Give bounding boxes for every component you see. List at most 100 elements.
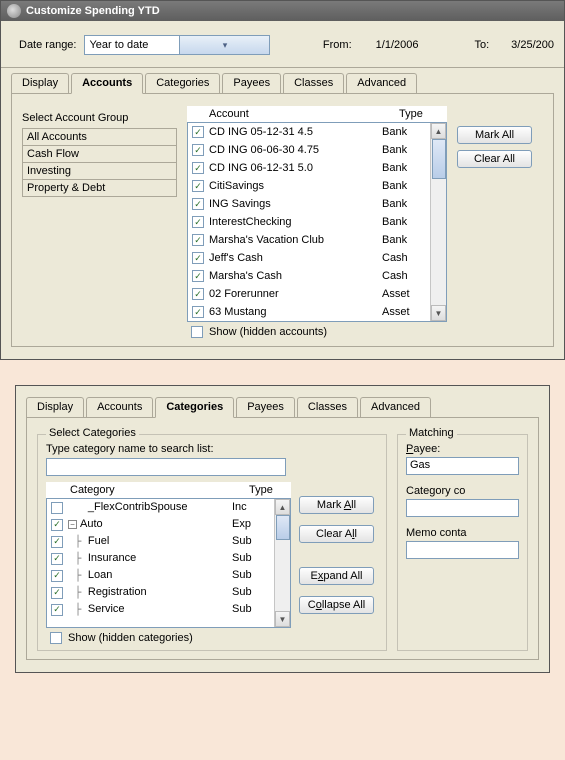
scroll-track[interactable] [275, 515, 290, 611]
tab-categories[interactable]: Categories [145, 73, 220, 94]
category-contains-input[interactable] [406, 499, 519, 517]
scroll-up-icon[interactable]: ▲ [431, 123, 446, 139]
account-checkbox[interactable] [192, 216, 204, 228]
account-checkbox[interactable] [192, 180, 204, 192]
category-checkbox[interactable] [51, 587, 63, 599]
expand-all-button[interactable]: Expand All [299, 567, 374, 585]
show-hidden-accounts-checkbox[interactable] [191, 326, 203, 338]
account-checkbox[interactable] [192, 270, 204, 282]
mark-all-button[interactable]: Mark All [457, 126, 532, 144]
category-row[interactable]: ├ RegistrationSub [47, 584, 274, 601]
account-row[interactable]: Marsha's CashCash [188, 267, 430, 285]
collapse-all-button[interactable]: Collapse All [299, 596, 374, 614]
category-name: Loan [88, 568, 232, 583]
scroll-track[interactable] [431, 139, 446, 305]
account-type: Bank [382, 232, 430, 248]
account-row[interactable]: InterestCheckingBank [188, 213, 430, 231]
account-row[interactable]: Jeff's CashCash [188, 249, 430, 267]
tree-line: ├ [68, 602, 88, 617]
category-rows: _FlexContribSpouseInc−AutoExp ├ FuelSub … [47, 499, 274, 627]
from-value: 1/1/2006 [376, 39, 419, 51]
chevron-down-icon[interactable] [179, 36, 269, 54]
account-checkbox[interactable] [192, 234, 204, 246]
tab2-advanced[interactable]: Advanced [360, 397, 431, 418]
category-row[interactable]: ├ ServiceSub [47, 601, 274, 618]
account-row[interactable]: CitiSavingsBank [188, 177, 430, 195]
account-checkbox[interactable] [192, 252, 204, 264]
account-row[interactable]: 63 MustangAsset [188, 303, 430, 321]
accounts-scrollbar[interactable]: ▲ ▼ [430, 123, 446, 321]
account-checkbox[interactable] [192, 126, 204, 138]
payee-input[interactable]: Gas [406, 457, 519, 475]
scroll-up-icon[interactable]: ▲ [275, 499, 290, 515]
account-row[interactable]: CD ING 06-06-30 4.75Bank [188, 141, 430, 159]
category-side-buttons: Mark All Clear All Expand All Collapse A… [299, 496, 374, 620]
category-checkbox[interactable] [51, 502, 63, 514]
account-name: 02 Forerunner [209, 286, 382, 302]
group-all-accounts[interactable]: All Accounts [23, 129, 176, 146]
cat-mark-all-button[interactable]: Mark All [299, 496, 374, 514]
category-row[interactable]: −AutoExp [47, 516, 274, 533]
tab2-classes[interactable]: Classes [297, 397, 358, 418]
tab2-accounts[interactable]: Accounts [86, 397, 153, 418]
scroll-thumb[interactable] [276, 515, 290, 540]
category-checkbox[interactable] [51, 604, 63, 616]
memo-contains-input[interactable] [406, 541, 519, 559]
category-row[interactable]: ├ FuelSub [47, 533, 274, 550]
account-type: Bank [382, 214, 430, 230]
account-row[interactable]: CD ING 06-12-31 5.0Bank [188, 159, 430, 177]
account-group-section: Select Account Group All Accounts Cash F… [22, 106, 177, 197]
account-type: Cash [382, 268, 430, 284]
category-checkbox[interactable] [51, 553, 63, 565]
matching-fieldset: Matching Payee: Gas Category co Memo con… [397, 434, 528, 651]
group-property-debt[interactable]: Property & Debt [23, 180, 176, 196]
category-name: _FlexContribSpouse [88, 500, 232, 515]
window-title: Customize Spending YTD [26, 5, 160, 17]
account-row[interactable]: CD ING 05-12-31 4.5Bank [188, 123, 430, 141]
scroll-down-icon[interactable]: ▼ [275, 611, 290, 627]
tab-classes[interactable]: Classes [283, 73, 344, 94]
account-checkbox[interactable] [192, 144, 204, 156]
tab-payees[interactable]: Payees [222, 73, 281, 94]
clear-all-button[interactable]: Clear All [457, 150, 532, 168]
account-row[interactable]: Marsha's Vacation ClubBank [188, 231, 430, 249]
accounts-list-panel: CD ING 05-12-31 4.5BankCD ING 06-06-30 4… [187, 122, 447, 322]
account-checkbox[interactable] [192, 162, 204, 174]
group-investing[interactable]: Investing [23, 163, 176, 180]
tabstrip-top: Display Accounts Categories Payees Class… [1, 68, 564, 93]
account-name: InterestChecking [209, 214, 382, 230]
to-value: 3/25/200 [511, 39, 554, 51]
category-row[interactable]: _FlexContribSpouseInc [47, 499, 274, 516]
category-checkbox[interactable] [51, 536, 63, 548]
scroll-down-icon[interactable]: ▼ [431, 305, 446, 321]
tab-accounts[interactable]: Accounts [71, 73, 143, 94]
tab2-categories[interactable]: Categories [155, 397, 234, 418]
category-search-input[interactable] [46, 458, 286, 476]
tab2-display[interactable]: Display [26, 397, 84, 418]
category-panel: _FlexContribSpouseInc−AutoExp ├ FuelSub … [46, 498, 291, 628]
show-hidden-categories-checkbox[interactable] [50, 632, 62, 644]
account-checkbox[interactable] [192, 198, 204, 210]
category-row[interactable]: ├ LoanSub [47, 567, 274, 584]
group-cash-flow[interactable]: Cash Flow [23, 146, 176, 163]
categories-scrollbar[interactable]: ▲ ▼ [274, 499, 290, 627]
account-row[interactable]: 02 ForerunnerAsset [188, 285, 430, 303]
tab-advanced[interactable]: Advanced [346, 73, 417, 94]
account-name: Jeff's Cash [209, 250, 382, 266]
category-row[interactable]: ├ InsuranceSub [47, 550, 274, 567]
cat-clear-all-button[interactable]: Clear All [299, 525, 374, 543]
tree-expander-icon[interactable]: − [68, 520, 77, 529]
scroll-thumb[interactable] [432, 139, 446, 179]
category-contains-label: Category co [406, 485, 519, 497]
account-type: Asset [382, 286, 430, 302]
date-range-combo[interactable]: Year to date [84, 35, 270, 55]
tab2-payees[interactable]: Payees [236, 397, 295, 418]
account-row[interactable]: ING SavingsBank [188, 195, 430, 213]
account-checkbox[interactable] [192, 288, 204, 300]
account-checkbox[interactable] [192, 306, 204, 318]
titlebar[interactable]: Customize Spending YTD [1, 1, 564, 21]
category-checkbox[interactable] [51, 570, 63, 582]
tab-display[interactable]: Display [11, 73, 69, 94]
category-checkbox[interactable] [51, 519, 63, 531]
category-name: Registration [88, 585, 232, 600]
